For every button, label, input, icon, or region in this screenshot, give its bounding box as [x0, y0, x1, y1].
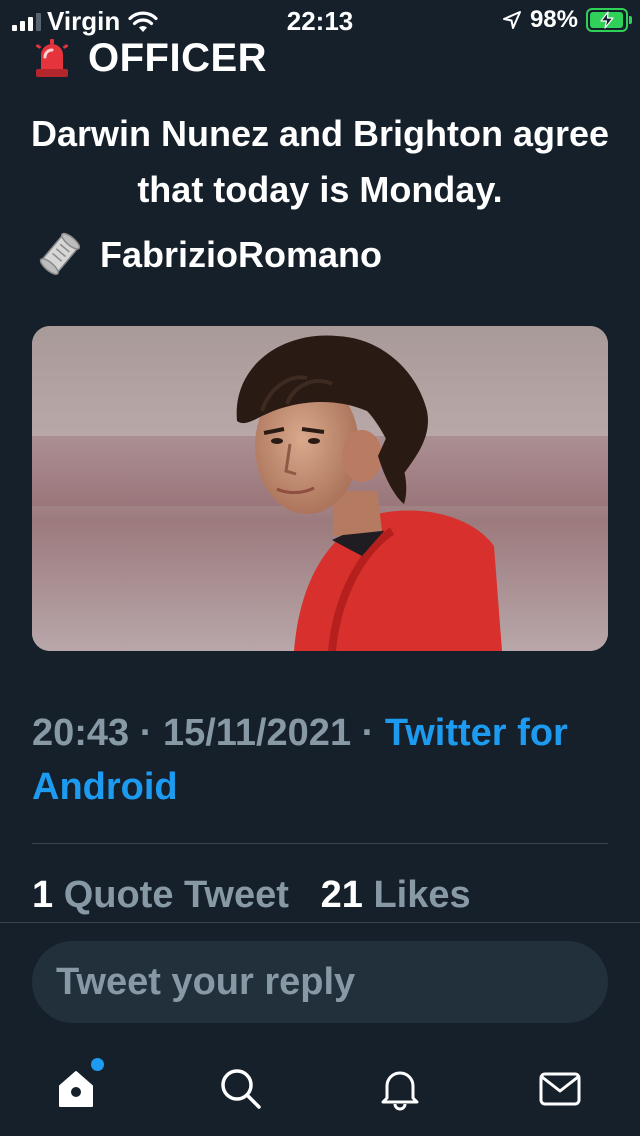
divider	[32, 843, 608, 844]
likes-stat[interactable]: 21 Likes	[321, 874, 471, 916]
tweet-body-text: Darwin Nunez and Brighton agree that tod…	[30, 113, 610, 210]
tab-messages[interactable]	[536, 1064, 584, 1112]
tweet-meta: 20:43 · 15/11/2021 · Twitter for Android	[32, 706, 602, 814]
quote-label: Quote Tweet	[63, 874, 289, 916]
reply-input[interactable]: Tweet your reply	[32, 941, 608, 1023]
likes-label: Likes	[373, 874, 471, 916]
scroll-icon	[39, 232, 81, 275]
police-light-icon	[35, 38, 69, 77]
location-arrow-icon	[502, 11, 521, 29]
quote-count: 1	[32, 874, 54, 916]
tab-search[interactable]	[216, 1064, 264, 1112]
tweet-image[interactable]	[32, 326, 608, 651]
status-bar-right: 98%	[502, 6, 632, 34]
search-icon	[221, 1069, 261, 1109]
tweet-date: 15/11/2021	[162, 712, 352, 754]
tweet-header-text: OFFICER	[88, 36, 268, 80]
quote-tweets-stat[interactable]: 1 Quote Tweet	[32, 874, 289, 916]
likes-count: 21	[320, 874, 363, 916]
tweet-header-line: OFFICER	[34, 36, 267, 81]
tweet-time: 20:43	[32, 712, 130, 754]
footballer-photo	[32, 326, 608, 651]
notifications-icon	[381, 1071, 419, 1111]
tab-home[interactable]	[52, 1058, 104, 1112]
home-notification-dot	[91, 1058, 104, 1071]
meta-separator: ·	[139, 712, 153, 754]
status-bar: Virgin 22:13 98%	[0, 0, 640, 40]
tab-bar	[0, 1040, 640, 1136]
meta-separator: ·	[361, 712, 375, 754]
home-icon	[59, 1071, 93, 1107]
tweet-detail-screen: Virgin 22:13 98% OFFICER Darwin Nunez an…	[0, 0, 640, 1136]
charging-bolt-icon	[600, 11, 614, 29]
messages-icon	[539, 1072, 581, 1106]
tweet-client-line1: Twitter	[384, 712, 507, 754]
tab-notifications[interactable]	[376, 1064, 424, 1112]
battery-percent: 98%	[529, 6, 578, 33]
tweet-source-line: FabrizioRomano	[36, 232, 382, 278]
tweet-stats: 1 Quote Tweet 21 Likes	[32, 874, 471, 917]
source-name: FabrizioRomano	[100, 234, 383, 275]
battery-charging-icon	[586, 8, 632, 32]
